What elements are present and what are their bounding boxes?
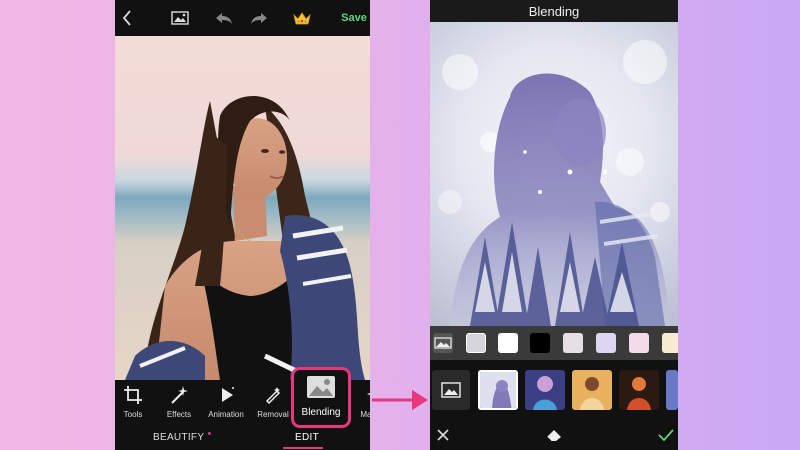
tab-edit[interactable]: EDIT <box>295 432 319 443</box>
texture-swatch[interactable] <box>466 333 486 353</box>
back-chevron-icon[interactable] <box>117 0 137 36</box>
action-bar <box>430 420 678 450</box>
tool-label: Animation <box>208 410 244 419</box>
tool-label: Tools <box>123 410 143 419</box>
gallery-icon[interactable] <box>169 0 191 36</box>
blend-thumbnail[interactable] <box>572 370 612 410</box>
top-toolbar: Save <box>115 0 370 36</box>
screen-title: Blending <box>430 0 678 22</box>
blended-portrait-image <box>438 40 670 326</box>
blend-image-picker <box>430 360 678 420</box>
blend-thumbnail[interactable] <box>619 370 659 410</box>
tab-beautify[interactable]: BEAUTIFY <box>153 432 204 443</box>
pen-icon <box>262 380 284 410</box>
tool-label: Blending <box>301 407 341 418</box>
sparkle-icon <box>366 380 370 410</box>
edited-photo <box>115 36 370 380</box>
tool-removal[interactable]: Removal <box>251 380 295 428</box>
color-swatch[interactable] <box>596 333 616 353</box>
tool-blending[interactable]: Blending <box>291 367 351 428</box>
undo-icon[interactable] <box>212 0 236 36</box>
play-icon <box>215 380 237 410</box>
blend-photo-icon <box>306 370 336 404</box>
tool-animation[interactable]: Animation <box>204 380 248 428</box>
image-swatch-icon[interactable] <box>433 333 453 353</box>
tool-effects[interactable]: Effects <box>157 380 201 428</box>
tool-magic[interactable]: Magic <box>349 380 370 428</box>
color-swatch[interactable] <box>563 333 583 353</box>
tool-tools[interactable]: Tools <box>115 380 155 428</box>
gallery-icon <box>441 382 461 398</box>
tools-bar: Tools Effects Animation Removal Blending <box>115 367 370 428</box>
blended-photo <box>430 22 678 326</box>
tool-label: Magic <box>360 410 370 419</box>
save-button[interactable]: Save <box>339 0 369 36</box>
left-phone-screen: Save Tools Effects Animation Removal Ble… <box>115 0 370 450</box>
close-icon[interactable] <box>433 425 453 445</box>
mode-tabs: BEAUTIFY EDIT <box>115 428 370 450</box>
crop-icon <box>122 380 144 410</box>
tool-label: Effects <box>166 410 192 419</box>
notification-dot <box>208 432 211 435</box>
redo-icon[interactable] <box>247 0 271 36</box>
crown-icon[interactable] <box>290 0 314 36</box>
blend-thumbnail[interactable] <box>666 370 678 410</box>
arrow-icon <box>372 390 428 410</box>
magic-wand-icon <box>168 380 190 410</box>
add-image-button[interactable] <box>432 370 470 410</box>
blend-thumbnail[interactable] <box>525 370 565 410</box>
color-swatch[interactable] <box>498 333 518 353</box>
active-tab-indicator <box>283 447 323 449</box>
eraser-icon[interactable] <box>544 425 564 445</box>
confirm-check-icon[interactable] <box>656 425 676 445</box>
color-swatch[interactable] <box>629 333 649 353</box>
blend-thumbnail[interactable] <box>478 370 518 410</box>
color-swatch[interactable] <box>662 333 678 353</box>
tool-label: Removal <box>257 410 289 419</box>
color-swatch[interactable] <box>530 333 550 353</box>
color-swatch-row <box>430 326 678 360</box>
woman-portrait-image <box>125 96 365 380</box>
right-phone-screen: Blending <box>430 0 678 450</box>
